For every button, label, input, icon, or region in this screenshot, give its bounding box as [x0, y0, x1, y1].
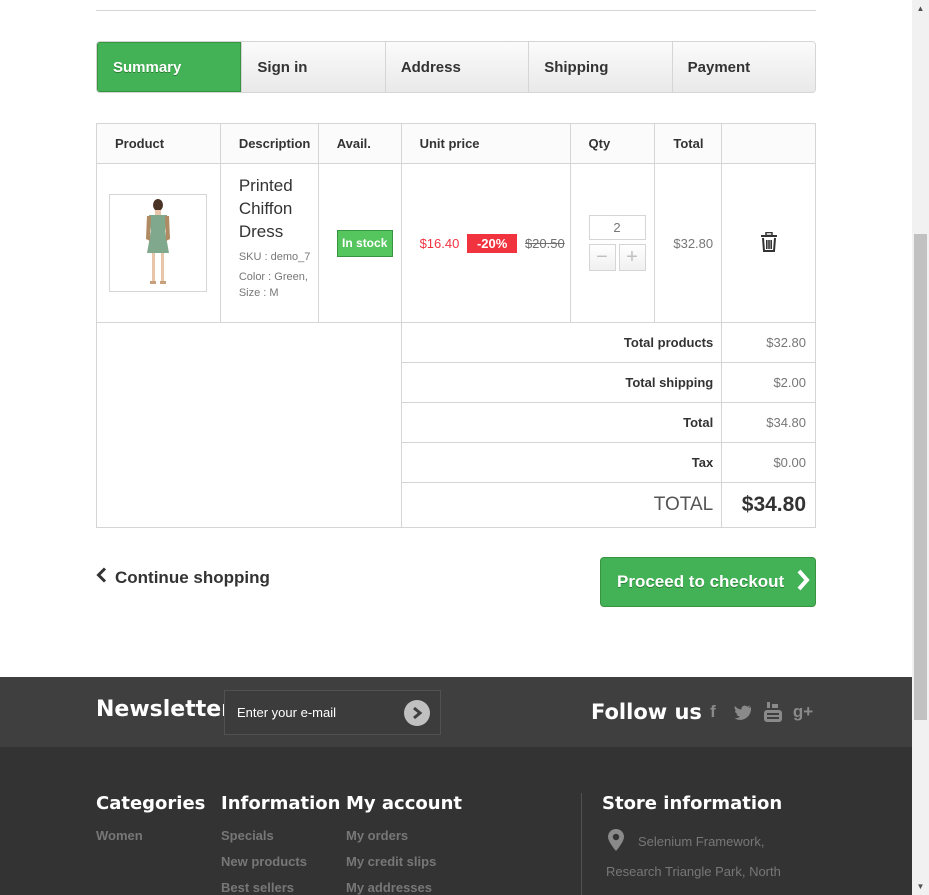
facebook-icon[interactable]: f: [704, 702, 722, 722]
plus-icon: +: [626, 246, 638, 268]
delete-cell: [721, 163, 816, 323]
footer-link-credit-slips[interactable]: My credit slips: [346, 854, 436, 869]
step-payment[interactable]: Payment: [671, 42, 815, 92]
store-information-title: Store information: [602, 793, 783, 814]
youtube-icon[interactable]: [764, 702, 782, 722]
stock-badge: In stock: [336, 229, 393, 257]
tax-label: Tax: [400, 442, 723, 483]
quantity-stepper: − +: [588, 244, 655, 271]
qty-cell: − +: [569, 163, 656, 323]
price-new: $16.40: [419, 235, 460, 251]
header-availability: Avail.: [317, 123, 402, 164]
continue-shopping-button[interactable]: Continue shopping: [96, 567, 270, 588]
summary-row: Total products $32.80: [96, 322, 816, 528]
categories-title: Categories: [96, 793, 206, 814]
step-sign-in[interactable]: Sign in: [241, 42, 385, 92]
information-title: Information: [221, 793, 341, 814]
chevron-right-icon: [796, 569, 810, 596]
newsletter-placeholder: Enter your e-mail: [237, 705, 336, 720]
qty-input[interactable]: [588, 215, 646, 240]
availability-cell: In stock: [317, 163, 402, 323]
header-qty: Qty: [569, 123, 656, 164]
header-unit-price: Unit price: [400, 123, 571, 164]
qty-increase-button[interactable]: +: [618, 244, 646, 271]
step-summary[interactable]: Summary: [97, 42, 242, 92]
price-old: $20.50: [524, 235, 565, 251]
tax-value: $0.00: [721, 442, 816, 483]
footer-link-my-orders[interactable]: My orders: [346, 828, 408, 843]
total-products-label: Total products: [400, 322, 723, 363]
step-address[interactable]: Address: [384, 42, 529, 92]
header-product: Product: [96, 123, 221, 164]
page: Summary Sign in Address Shipping Payment…: [0, 0, 912, 895]
footer-link-best-sellers[interactable]: Best sellers: [221, 880, 294, 895]
my-account-title: My account: [346, 793, 462, 814]
twitter-icon[interactable]: [734, 702, 752, 722]
divider: [96, 10, 816, 11]
cart-table: Product Description Avail. Unit price Qt…: [96, 123, 816, 528]
store-divider: [581, 793, 582, 895]
grand-total-value: $34.80: [721, 482, 816, 528]
qty-decrease-button[interactable]: −: [588, 244, 616, 271]
scroll-down-icon[interactable]: ▼: [912, 878, 929, 895]
map-marker-icon: [608, 829, 624, 856]
header-description: Description: [219, 123, 319, 164]
product-image[interactable]: [109, 194, 207, 292]
follow-us-title: Follow us: [591, 700, 702, 724]
checkout-label: Proceed to checkout: [617, 572, 785, 591]
grand-total-label: TOTAL: [400, 482, 723, 528]
footer-link-women[interactable]: Women: [96, 828, 143, 843]
trash-icon[interactable]: [760, 231, 778, 255]
line-total: $32.80: [654, 163, 723, 323]
total-value: $34.80: [721, 402, 816, 443]
newsletter-email-input[interactable]: Enter your e-mail: [224, 690, 441, 735]
minus-icon: −: [596, 246, 608, 268]
discount-badge: -20%: [466, 233, 518, 253]
google-plus-icon[interactable]: g+: [793, 702, 813, 722]
store-address-line-2: Research Triangle Park, North: [606, 864, 781, 879]
proceed-to-checkout-button[interactable]: Proceed to checkout: [600, 557, 816, 607]
footer-link-new-products[interactable]: New products: [221, 854, 307, 869]
scrollbar-thumb[interactable]: [914, 234, 927, 720]
order-steps: Summary Sign in Address Shipping Payment: [96, 41, 816, 93]
total-label: Total: [400, 402, 723, 443]
table-row: Printed Chiffon Dress SKU : demo_7 Color…: [96, 163, 816, 323]
footer-link-addresses[interactable]: My addresses: [346, 880, 432, 895]
footer-link-specials[interactable]: Specials: [221, 828, 274, 843]
total-products-value: $32.80: [721, 322, 816, 363]
summary-blank: [96, 322, 402, 528]
product-sku: SKU : demo_7: [238, 251, 311, 263]
unit-price-cell: $16.40 -20% $20.50: [400, 163, 571, 323]
chevron-left-icon: [96, 567, 107, 588]
newsletter-title: Newsletter: [96, 697, 233, 722]
step-shipping[interactable]: Shipping: [528, 42, 672, 92]
header-total: Total: [654, 123, 723, 164]
product-attributes[interactable]: Color : Green, Size : M: [239, 269, 318, 301]
total-shipping-value: $2.00: [721, 362, 816, 403]
total-shipping-label: Total shipping: [400, 362, 723, 403]
store-address-line-1: Selenium Framework,: [638, 834, 765, 849]
scroll-up-icon[interactable]: ▲: [912, 0, 929, 17]
product-description-cell: Printed Chiffon Dress SKU : demo_7 Color…: [219, 163, 319, 323]
header-delete: [721, 123, 816, 164]
social-links: f g+: [704, 702, 813, 722]
product-image-cell: [96, 163, 221, 323]
table-header-row: Product Description Avail. Unit price Qt…: [96, 123, 816, 164]
newsletter-submit-button[interactable]: [404, 700, 430, 726]
product-name-link[interactable]: Printed Chiffon Dress: [239, 174, 318, 243]
continue-shopping-label: Continue shopping: [115, 567, 270, 587]
